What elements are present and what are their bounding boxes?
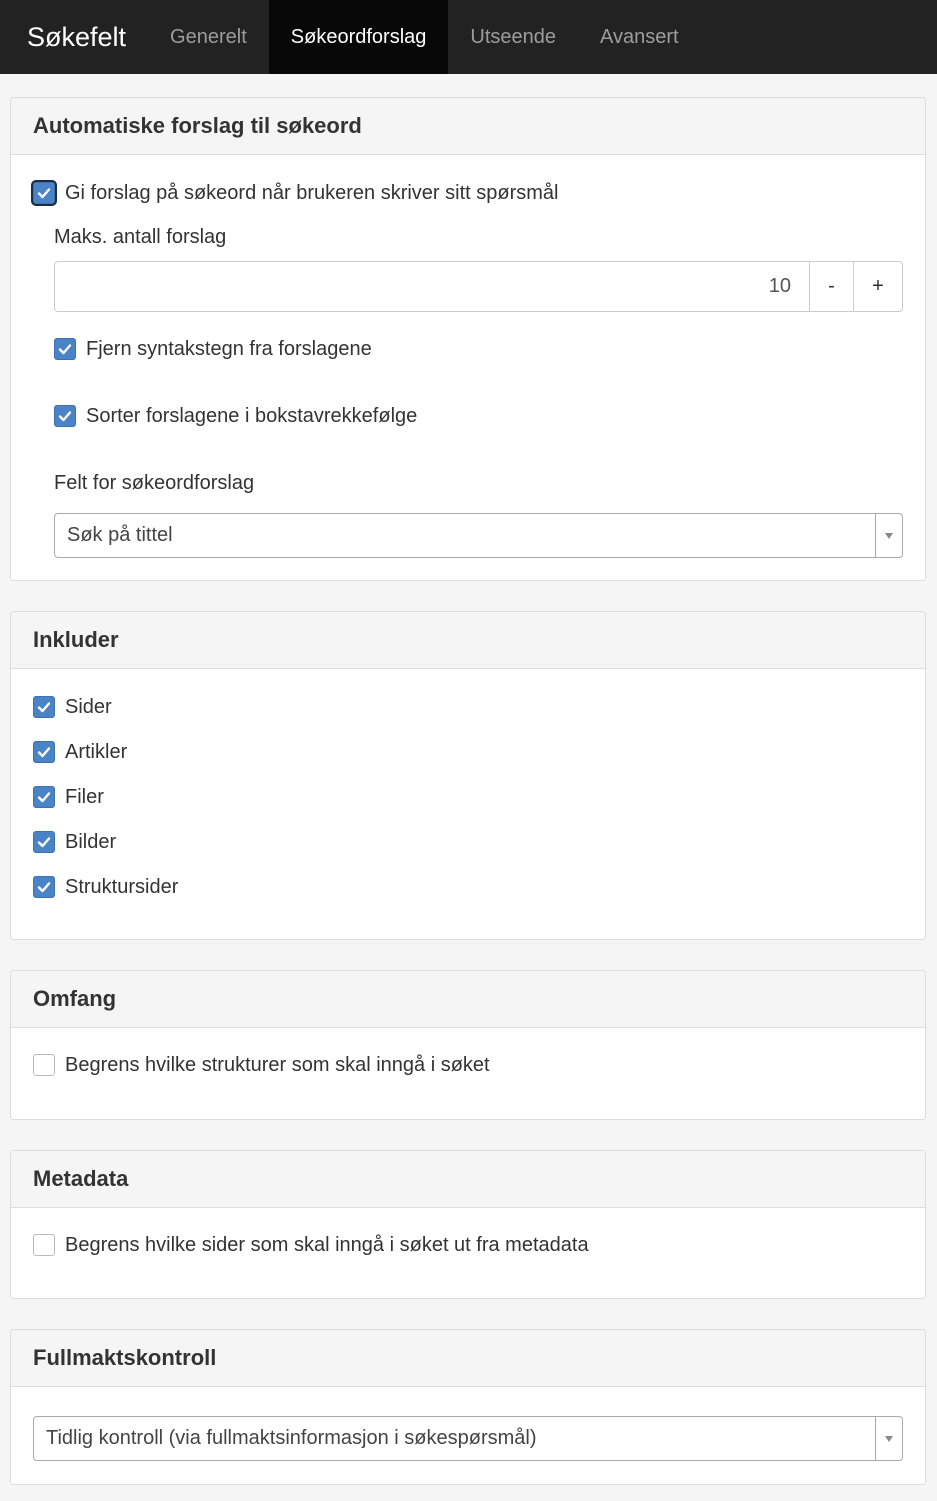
include-filer-row[interactable]: Filer (33, 785, 104, 809)
tab-generelt[interactable]: Generelt (148, 0, 269, 74)
include-bilder-checkbox[interactable] (33, 831, 55, 853)
top-navbar: Søkefelt Generelt Søkeordforslag Utseend… (0, 0, 937, 74)
include-filer-checkbox[interactable] (33, 786, 55, 808)
max-suggestions-label: Maks. antall forslag (54, 226, 227, 248)
limit-structures-row[interactable]: Begrens hvilke strukturer som skal inngå… (33, 1053, 490, 1077)
include-bilder-label: Bilder (65, 830, 117, 853)
strip-syntax-label: Fjern syntakstegn fra forslagene (86, 337, 372, 360)
check-icon (37, 837, 51, 848)
access-control-value: Tidlig kontroll (via fullmaktsinformasjo… (46, 1427, 537, 1449)
access-control-panel: Fullmaktskontroll Tidlig kontroll (via f… (10, 1329, 926, 1485)
brand-title[interactable]: Søkefelt (0, 0, 148, 74)
limit-metadata-row[interactable]: Begrens hvilke sider som skal inngå i sø… (33, 1233, 589, 1257)
sort-alpha-label: Sorter forslagene i bokstavrekkefølge (86, 404, 418, 427)
check-icon (37, 792, 51, 803)
limit-metadata-label: Begrens hvilke sider som skal inngå i sø… (65, 1233, 589, 1256)
enable-suggestions-checkbox[interactable] (33, 182, 55, 204)
include-artikler-row[interactable]: Artikler (33, 740, 127, 764)
tab-avansert[interactable]: Avansert (578, 0, 701, 74)
metadata-heading: Metadata (11, 1151, 925, 1208)
increment-button[interactable]: + (853, 262, 902, 311)
include-sider-checkbox[interactable] (33, 696, 55, 718)
limit-structures-label: Begrens hvilke strukturer som skal inngå… (65, 1053, 490, 1076)
autosuggest-heading: Automatiske forslag til søkeord (11, 98, 925, 155)
check-icon (37, 702, 51, 713)
include-bilder-row[interactable]: Bilder (33, 830, 116, 854)
limit-structures-checkbox[interactable] (33, 1054, 55, 1076)
scope-panel: Omfang Begrens hvilke strukturer som ska… (10, 970, 926, 1120)
strip-syntax-row[interactable]: Fjern syntakstegn fra forslagene (54, 337, 372, 361)
metadata-panel: Metadata Begrens hvilke sider som skal i… (10, 1150, 926, 1299)
check-icon (58, 411, 72, 422)
max-suggestions-stepper: 10 - + (54, 261, 903, 312)
include-sider-row[interactable]: Sider (33, 695, 112, 719)
include-heading: Inkluder (11, 612, 925, 669)
suggestion-field-value: Søk på tittel (67, 524, 173, 546)
check-icon (37, 747, 51, 758)
check-icon (58, 344, 72, 355)
max-suggestions-input[interactable]: 10 (55, 262, 809, 311)
limit-metadata-checkbox[interactable] (33, 1234, 55, 1256)
sort-alpha-checkbox[interactable] (54, 405, 76, 427)
suggestion-field-label: Felt for søkeordforslag (54, 472, 255, 494)
include-struktursider-checkbox[interactable] (33, 876, 55, 898)
scope-heading: Omfang (11, 971, 925, 1028)
include-panel: Inkluder Sider Artikler Filer Bilder Str… (10, 611, 926, 940)
suggestion-field-select[interactable]: Søk på tittel (54, 513, 903, 558)
tab-sokeordforslag[interactable]: Søkeordforslag (268, 0, 449, 74)
check-icon (37, 882, 51, 893)
sort-alpha-row[interactable]: Sorter forslagene i bokstavrekkefølge (54, 404, 417, 428)
enable-suggestions-label: Gi forslag på søkeord når brukeren skriv… (65, 181, 559, 204)
access-control-select[interactable]: Tidlig kontroll (via fullmaktsinformasjo… (33, 1416, 903, 1461)
strip-syntax-checkbox[interactable] (54, 338, 76, 360)
enable-suggestions-row[interactable]: Gi forslag på søkeord når brukeren skriv… (33, 181, 559, 205)
autosuggest-panel: Automatiske forslag til søkeord Gi forsl… (10, 97, 926, 581)
decrement-button[interactable]: - (809, 262, 853, 311)
include-artikler-label: Artikler (65, 740, 128, 763)
include-struktursider-label: Struktursider (65, 875, 179, 898)
include-artikler-checkbox[interactable] (33, 741, 55, 763)
include-filer-label: Filer (65, 785, 104, 808)
tab-utseende[interactable]: Utseende (448, 0, 578, 74)
include-sider-label: Sider (65, 695, 112, 718)
include-struktursider-row[interactable]: Struktursider (33, 875, 178, 899)
chevron-down-icon[interactable] (875, 514, 902, 557)
chevron-down-icon[interactable] (875, 1417, 902, 1460)
check-icon (37, 188, 51, 199)
access-control-heading: Fullmaktskontroll (11, 1330, 925, 1387)
